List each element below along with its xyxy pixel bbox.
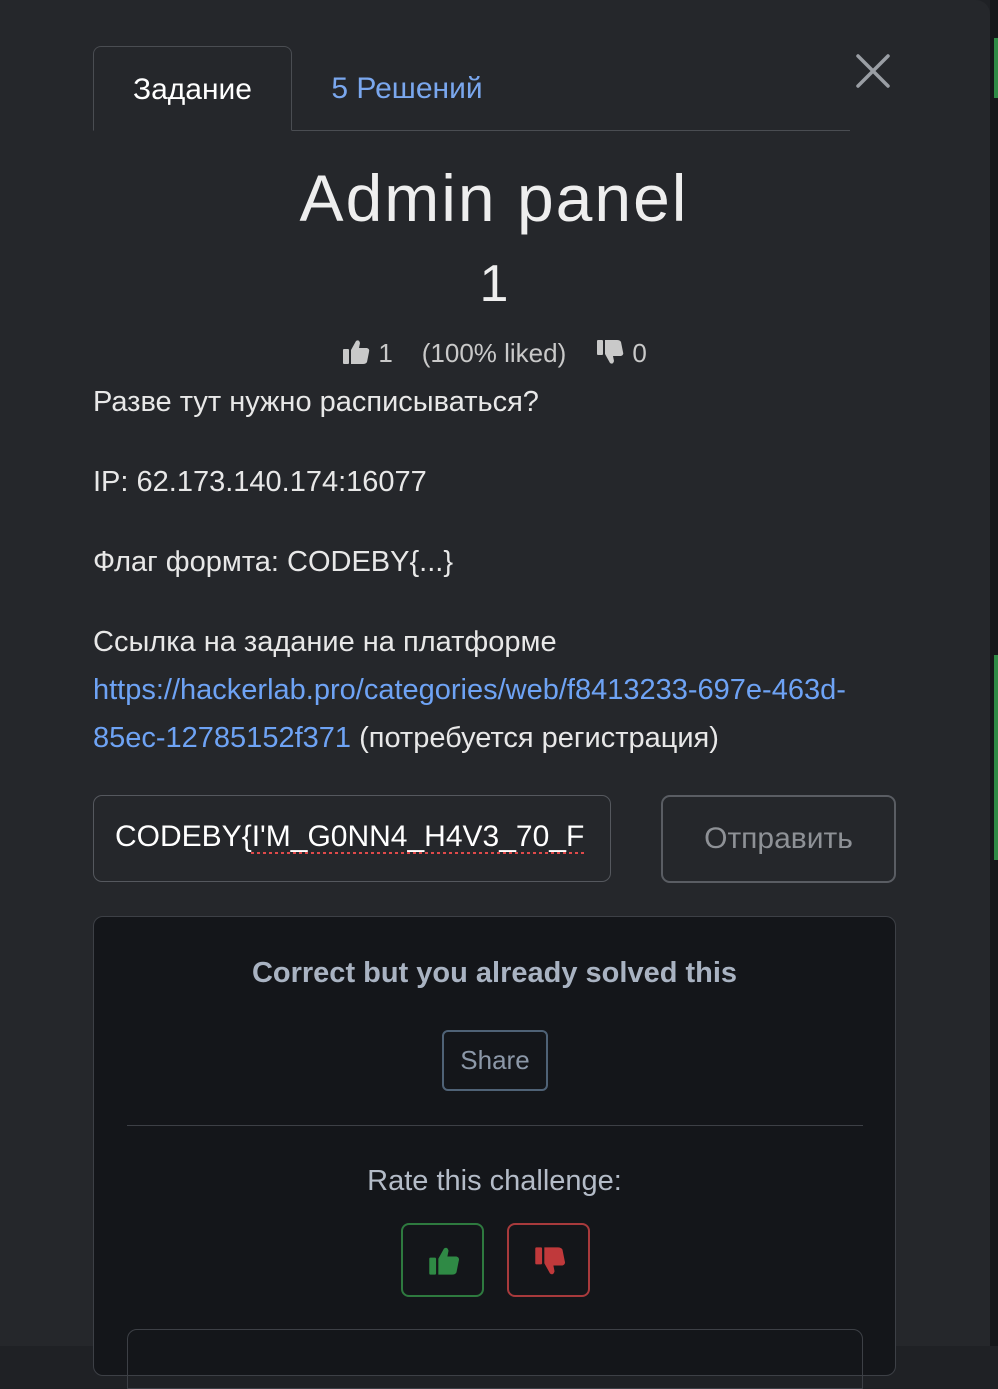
backdrop [990,0,998,1346]
thumbs-down-icon [535,1247,566,1275]
rate-up-button[interactable] [401,1223,484,1297]
rating-summary: 1 (100% liked) 0 [0,338,988,369]
tab-solutions[interactable]: 5 Решений [307,46,507,129]
link-note: (потребуется регистрация) [359,722,719,754]
challenge-modal: Задание 5 Решений Admin panel 1 1 (100% … [0,0,990,1389]
backdrop-accent [994,655,998,860]
thumbs-up-icon [429,1247,460,1275]
platform-link-paragraph: Ссылка на задание на платформе https://h… [93,618,913,762]
result-message: Correct but you already solved this [251,957,738,989]
close-icon [856,54,890,88]
backdrop-accent [994,38,998,98]
tab-task[interactable]: Задание [93,46,292,131]
ip-address: IP: 62.173.140.174:16077 [93,466,427,498]
thumbs-up-icon [341,338,371,366]
rate-down-button[interactable] [507,1223,590,1297]
flag-input[interactable]: CODEBY{I'M_G0NN4_H4V3_70_F [93,795,611,882]
likes-count: 1 [378,338,393,368]
tab-bar: Задание 5 Решений [93,46,850,131]
inner-panel [127,1329,863,1389]
dislikes-count: 0 [632,338,647,368]
flag-format: Флаг формта: CODEBY{...} [93,546,454,578]
result-panel: Correct but you already solved this Shar… [93,916,896,1389]
rate-label: Rate this challenge: [367,1165,622,1197]
share-button[interactable]: Share [442,1030,548,1091]
challenge-title: Admin panel [299,161,689,235]
flag-input-value: CODEBY{I'M_G0NN4_H4V3_70_F [115,820,585,853]
close-button[interactable] [850,48,896,94]
submit-button[interactable]: Отправить [661,795,896,883]
challenge-points: 1 [479,255,509,313]
liked-percent: (100% liked) [421,338,567,368]
description-text: Разве тут нужно расписываться? [93,386,539,418]
link-intro: Ссылка на задание на платформе [93,626,557,658]
divider [127,1125,863,1126]
thumbs-down-icon [595,338,625,366]
